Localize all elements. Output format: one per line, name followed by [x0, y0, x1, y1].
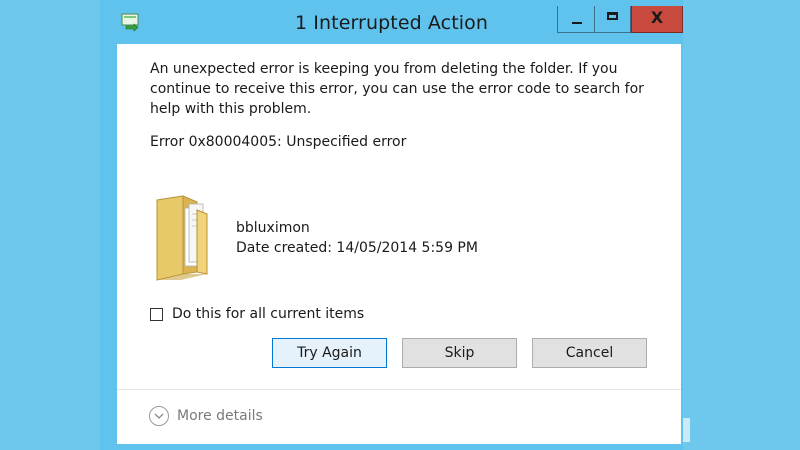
dialog-content: An unexpected error is keeping you from … [117, 44, 681, 389]
close-icon: X [650, 8, 664, 27]
more-details-toggle[interactable]: More details [149, 406, 263, 426]
error-code: Error 0x80004005: Unspecified error [150, 134, 407, 150]
minimize-icon [572, 22, 582, 24]
more-details-label: More details [177, 408, 263, 424]
maximize-icon [607, 12, 618, 20]
apply-all-row[interactable]: Do this for all current items [150, 306, 364, 322]
desktop-background [683, 0, 800, 450]
item-date-created: Date created: 14/05/2014 5:59 PM [236, 240, 478, 256]
error-message: An unexpected error is keeping you from … [150, 61, 644, 117]
folder-icon [156, 195, 208, 281]
dialog-footer: More details [117, 389, 681, 444]
try-again-button[interactable]: Try Again [272, 338, 387, 368]
item-name: bbluximon [236, 220, 310, 236]
close-button[interactable]: X [631, 6, 683, 33]
interrupted-action-dialog: 1 Interrupted Action X An unexpected err… [100, 0, 683, 450]
maximize-button[interactable] [594, 6, 631, 33]
apply-all-checkbox[interactable] [150, 307, 163, 321]
skip-button[interactable]: Skip [402, 338, 517, 368]
window-edge-highlight [683, 418, 690, 442]
minimize-button[interactable] [557, 6, 594, 33]
chevron-down-icon [149, 406, 169, 426]
item-info: bbluximon Date created: 14/05/2014 5:59 … [236, 218, 478, 258]
apply-all-label: Do this for all current items [172, 306, 365, 322]
cancel-button[interactable]: Cancel [532, 338, 647, 368]
